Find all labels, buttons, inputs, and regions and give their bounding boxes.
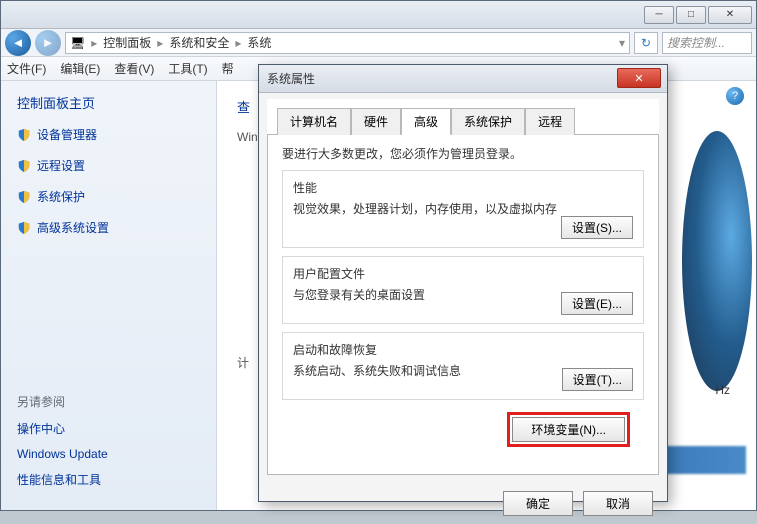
group-startup-recovery: 启动和故障恢复 系统启动、系统失败和调试信息 设置(T)... (282, 332, 644, 400)
sidebar-item-label: 设备管理器 (37, 126, 97, 143)
menu-file[interactable]: 文件(F) (7, 60, 46, 77)
group-desc: 视觉效果，处理器计划，内存使用，以及虚拟内存 (293, 200, 633, 217)
shield-icon (17, 190, 31, 204)
breadcrumb-item[interactable]: 系统 (247, 34, 271, 51)
sidebar-link-remote[interactable]: 远程设置 (17, 157, 200, 174)
shield-icon (17, 221, 31, 235)
sidebar-link-action-center[interactable]: 操作中心 (17, 420, 200, 437)
refresh-button[interactable]: ↻ (634, 32, 658, 54)
dialog-close-button[interactable]: ✕ (617, 68, 661, 88)
performance-settings-button[interactable]: 设置(S)... (561, 216, 633, 239)
tab-panel-advanced: 要进行大多数更改，您必须作为管理员登录。 性能 视觉效果，处理器计划，内存使用，… (267, 135, 659, 475)
chevron-right-icon: ▸ (157, 36, 163, 50)
tab-computer-name[interactable]: 计算机名 (277, 108, 351, 135)
chevron-right-icon: ▸ (235, 36, 241, 50)
sidebar-link-perf-info[interactable]: 性能信息和工具 (17, 471, 200, 488)
minimize-button[interactable]: ─ (644, 6, 674, 24)
search-input[interactable]: 搜索控制... (662, 32, 752, 54)
breadcrumb-item[interactable]: 系统和安全 (169, 34, 229, 51)
tab-hardware[interactable]: 硬件 (351, 108, 401, 135)
shield-icon (17, 159, 31, 173)
breadcrumb[interactable]: 🖥 ▸ 控制面板 ▸ 系统和安全 ▸ 系统 ▾ (65, 32, 630, 54)
sidebar-link-protection[interactable]: 系统保护 (17, 188, 200, 205)
nav-back-button[interactable]: ◄ (5, 30, 31, 56)
tab-system-protection[interactable]: 系统保护 (451, 108, 525, 135)
cpu-hz-label: Hz (715, 383, 730, 397)
group-user-profiles: 用户配置文件 与您登录有关的桌面设置 设置(E)... (282, 256, 644, 324)
menu-edit[interactable]: 编辑(E) (60, 60, 100, 77)
sidebar-item-label: 远程设置 (37, 157, 85, 174)
user-profiles-settings-button[interactable]: 设置(E)... (561, 292, 633, 315)
startup-recovery-settings-button[interactable]: 设置(T)... (562, 368, 633, 391)
shield-icon (17, 128, 31, 142)
group-label: 启动和故障恢复 (293, 341, 633, 358)
sidebar-link-windows-update[interactable]: Windows Update (17, 447, 200, 461)
tab-strip: 计算机名 硬件 高级 系统保护 远程 (267, 99, 659, 135)
env-row: 环境变量(N)... (282, 408, 644, 447)
sidebar-item-label: 系统保护 (37, 188, 85, 205)
see-also-label: 另请参阅 (17, 393, 200, 410)
group-label: 用户配置文件 (293, 265, 633, 282)
breadcrumb-item[interactable]: 控制面板 (103, 34, 151, 51)
highlight-box: 环境变量(N)... (507, 412, 630, 447)
group-label: 性能 (293, 179, 633, 196)
chevron-right-icon: ▸ (91, 36, 97, 50)
tab-advanced[interactable]: 高级 (401, 108, 451, 135)
windows-logo-icon (682, 131, 752, 391)
sidebar-link-advanced[interactable]: 高级系统设置 (17, 219, 200, 236)
sidebar: 控制面板主页 设备管理器 远程设置 系统保护 高级系统设置 另请参阅 操作中心 … (1, 81, 217, 510)
sidebar-link-device-manager[interactable]: 设备管理器 (17, 126, 200, 143)
titlebar: ─ □ ✕ (1, 1, 756, 29)
computer-icon: 🖥 (70, 36, 85, 50)
group-performance: 性能 视觉效果，处理器计划，内存使用，以及虚拟内存 设置(S)... (282, 170, 644, 248)
menu-tools[interactable]: 工具(T) (168, 60, 207, 77)
environment-variables-button[interactable]: 环境变量(N)... (512, 417, 625, 442)
tab-remote[interactable]: 远程 (525, 108, 575, 135)
menu-view[interactable]: 查看(V) (114, 60, 154, 77)
dialog-title: 系统属性 (267, 70, 315, 87)
dialog-button-row: 确定 取消 (259, 483, 667, 524)
close-button[interactable]: ✕ (708, 6, 752, 24)
ok-button[interactable]: 确定 (503, 491, 573, 516)
system-properties-dialog: 系统属性 ✕ 计算机名 硬件 高级 系统保护 远程 要进行大多数更改，您必须作为… (258, 64, 668, 502)
cancel-button[interactable]: 取消 (583, 491, 653, 516)
nav-forward-button[interactable]: ► (35, 30, 61, 56)
menu-help[interactable]: 帮 (222, 60, 234, 77)
sidebar-item-label: 高级系统设置 (37, 219, 109, 236)
dropdown-icon[interactable]: ▾ (619, 36, 625, 50)
maximize-button[interactable]: □ (676, 6, 706, 24)
address-bar: ◄ ► 🖥 ▸ 控制面板 ▸ 系统和安全 ▸ 系统 ▾ ↻ 搜索控制... (1, 29, 756, 57)
dialog-titlebar[interactable]: 系统属性 ✕ (259, 65, 667, 93)
admin-notice: 要进行大多数更改，您必须作为管理员登录。 (282, 145, 644, 162)
sidebar-home[interactable]: 控制面板主页 (17, 93, 200, 112)
